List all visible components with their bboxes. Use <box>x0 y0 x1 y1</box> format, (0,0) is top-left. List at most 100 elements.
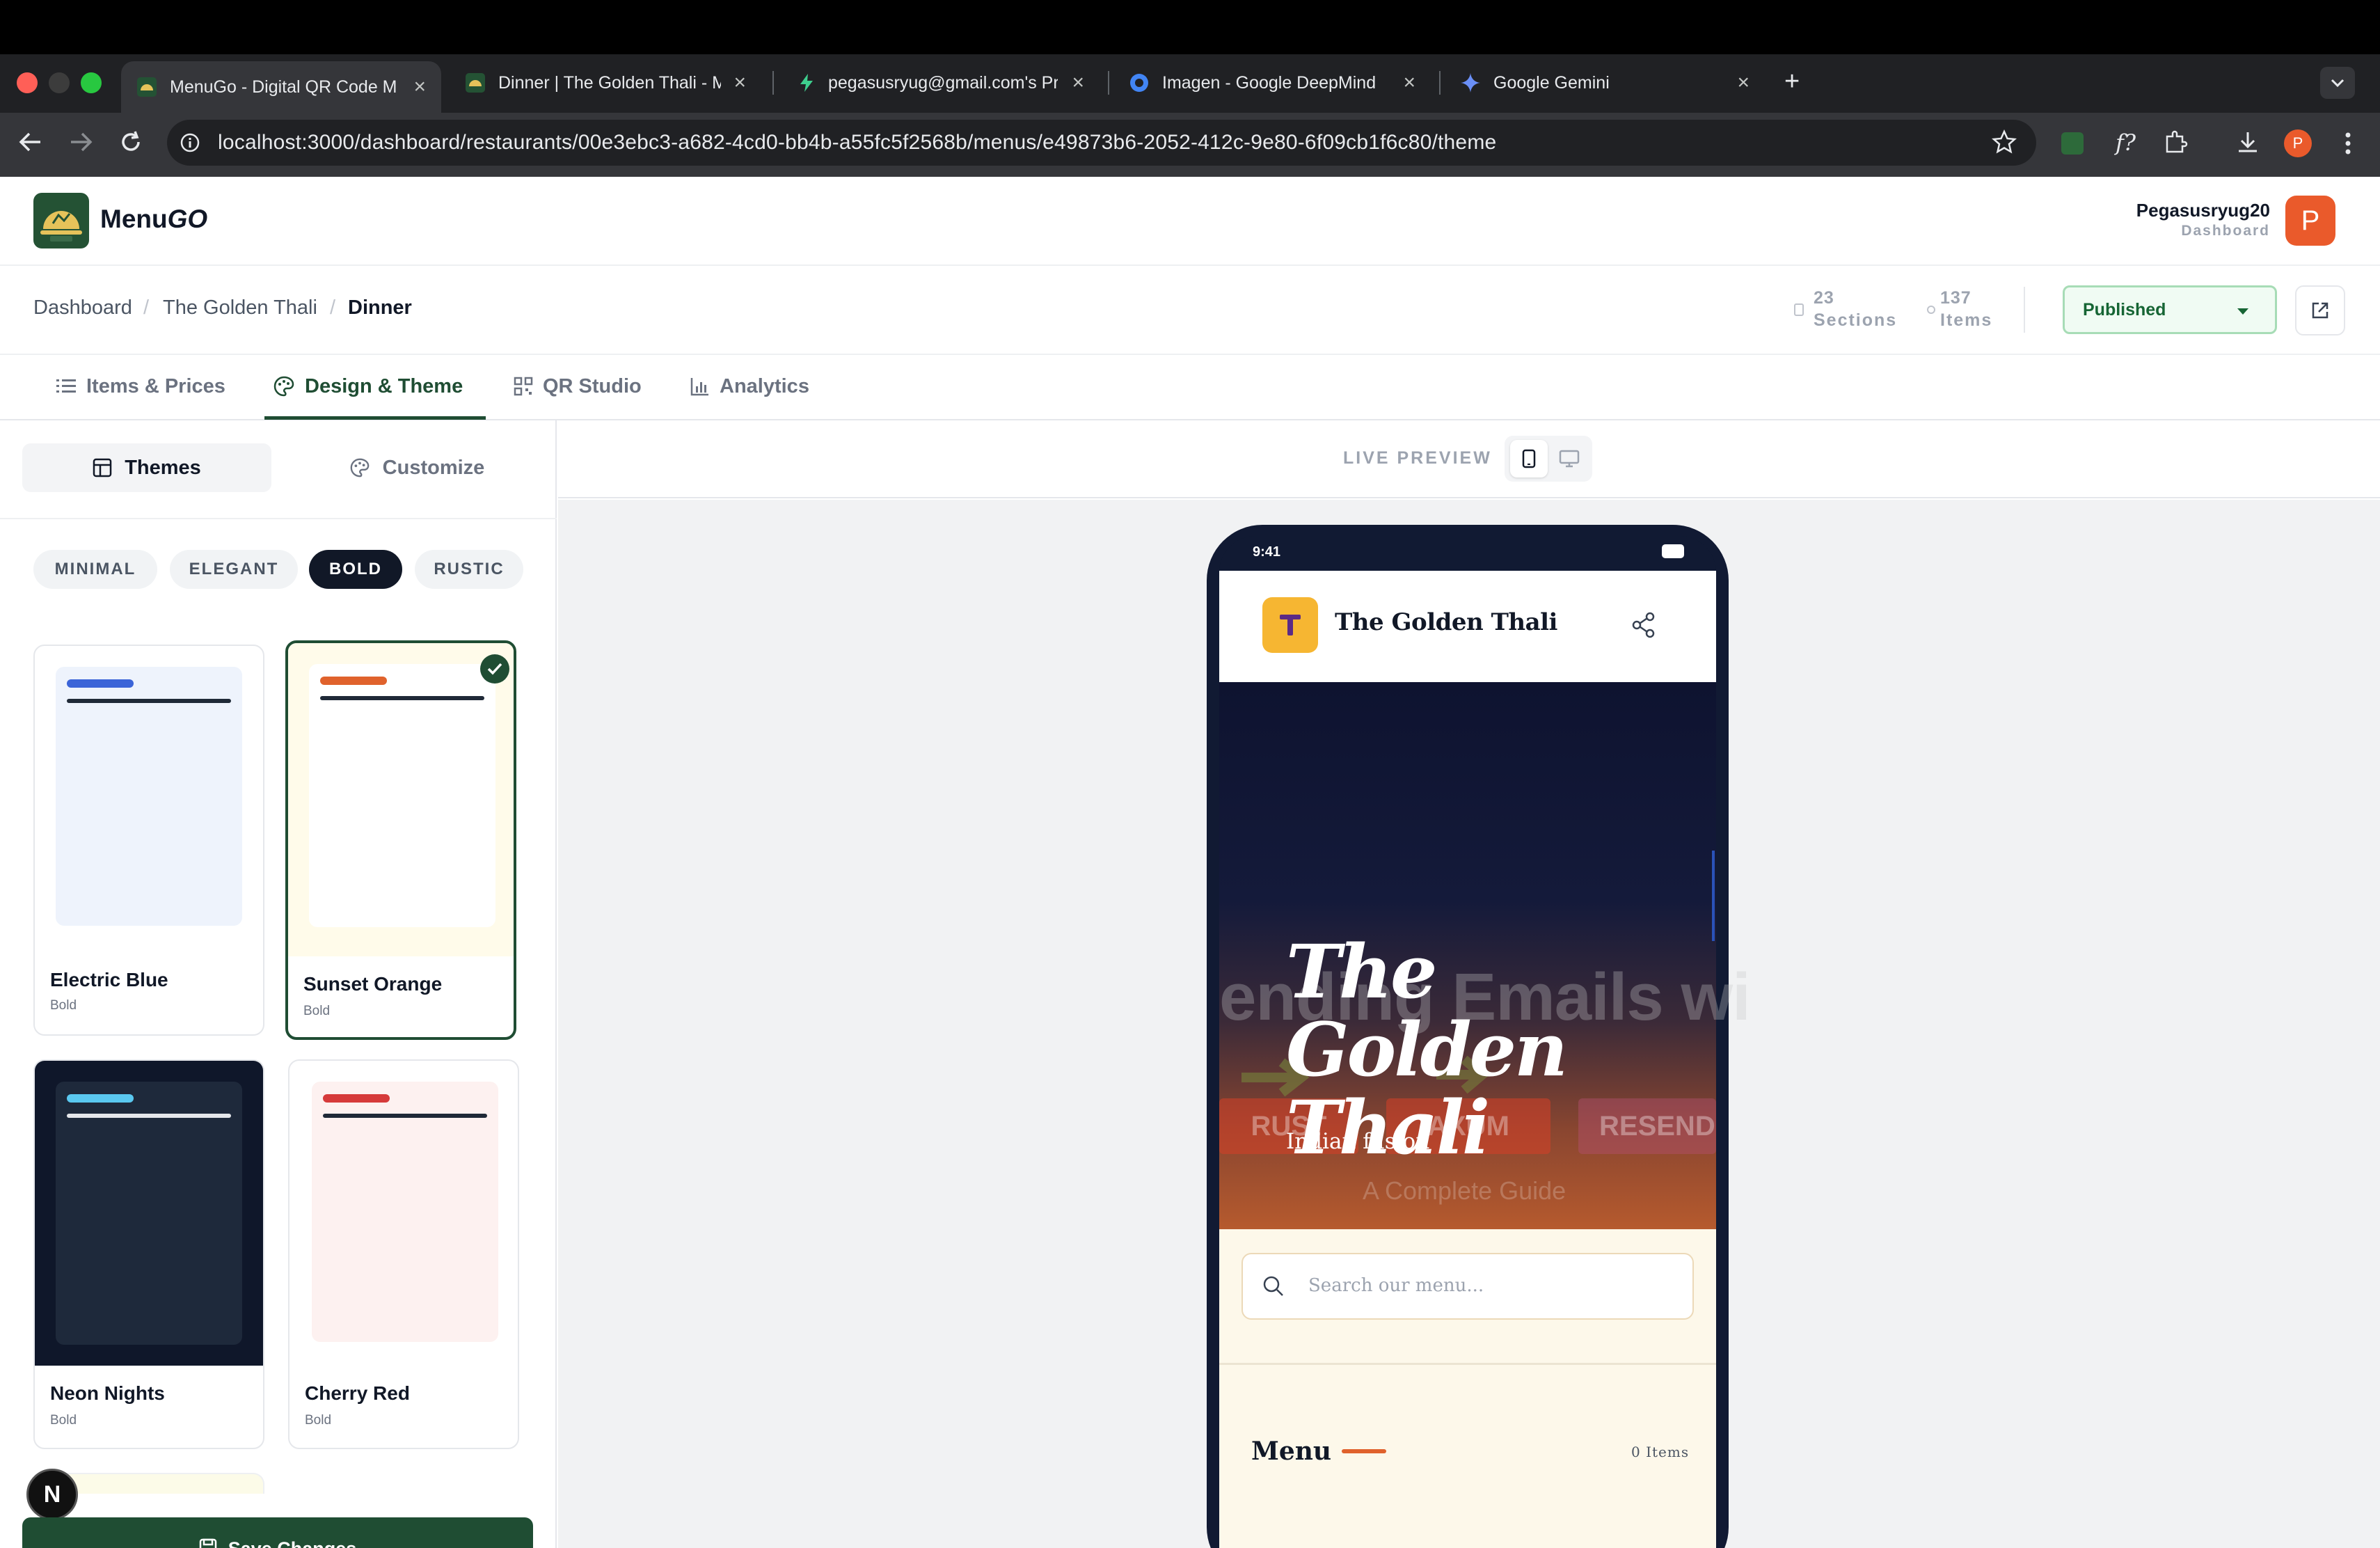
breadcrumb-separator: / <box>330 297 336 319</box>
theme-card-sunset-orange[interactable]: Sunset Orange Bold <box>285 640 516 1040</box>
browser-tab-2[interactable]: Dinner | The Golden Thali - M × <box>450 64 761 102</box>
preview-accent-bar <box>323 1094 390 1103</box>
theme-card-cherry-red[interactable]: Cherry Red Bold <box>288 1059 519 1449</box>
bolt-icon <box>798 72 816 93</box>
menugo-favicon-icon <box>465 72 486 93</box>
mobile-view-button[interactable] <box>1510 440 1548 477</box>
preview-accent-bar <box>67 1094 134 1103</box>
reload-icon[interactable] <box>118 129 143 155</box>
tab-title: MenuGo - Digital QR Code M <box>170 77 397 97</box>
preview-line <box>67 1114 231 1118</box>
filter-minimal[interactable]: MINIMAL <box>33 550 157 589</box>
theme-preview <box>312 1082 498 1342</box>
status-time: 9:41 <box>1253 544 1281 560</box>
breadcrumb-current: Dinner <box>348 297 412 319</box>
menugo-favicon-icon <box>136 77 157 97</box>
tab-title: Imagen - Google DeepMind <box>1162 72 1377 93</box>
window-minimize-button[interactable] <box>49 72 70 93</box>
extensions-puzzle-icon[interactable] <box>2163 129 2188 155</box>
desktop-view-button[interactable] <box>1550 440 1588 477</box>
theme-preview <box>56 667 242 926</box>
browser-tab-1[interactable]: MenuGo - Digital QR Code M × <box>121 61 441 113</box>
tab-design-theme[interactable]: Design & Theme <box>273 369 463 404</box>
browser-tab-3[interactable]: pegasusryug@gmail.com's Pr × <box>782 64 1100 102</box>
theme-name: Electric Blue <box>50 969 168 990</box>
theme-card-neon-nights[interactable]: Neon Nights Bold <box>33 1059 264 1449</box>
segment-themes[interactable]: Themes <box>22 443 271 492</box>
external-link-icon <box>2309 299 2331 322</box>
site-info-icon[interactable] <box>180 132 200 153</box>
chevron-down-icon <box>2330 78 2345 88</box>
user-avatar[interactable]: P <box>2285 196 2335 246</box>
tab-close-icon[interactable]: × <box>733 71 746 95</box>
url-text: localhost:3000/dashboard/restaurants/00e… <box>218 131 1497 154</box>
segment-label: Themes <box>125 456 201 479</box>
deepmind-icon <box>1129 72 1150 93</box>
save-changes-button[interactable]: Save Changes <box>22 1517 533 1548</box>
battery-icon <box>1662 544 1684 558</box>
menu-heading-accent <box>1342 1449 1386 1453</box>
formula-extension-icon[interactable]: f? <box>2116 129 2136 156</box>
breadcrumb-restaurant[interactable]: The Golden Thali <box>163 297 317 319</box>
browser-tab-5[interactable]: Google Gemini × <box>1445 64 1765 102</box>
theme-preview <box>56 1082 242 1345</box>
sections-label: Sections <box>1814 310 1898 330</box>
theme-card-partial[interactable] <box>51 1473 264 1494</box>
back-icon[interactable] <box>17 129 45 155</box>
download-icon[interactable] <box>2235 129 2260 155</box>
browser-menu-icon[interactable] <box>2342 129 2354 157</box>
gemini-icon <box>1460 72 1481 93</box>
bookmark-star-icon[interactable] <box>1992 129 2017 155</box>
window-close-button[interactable] <box>17 72 38 93</box>
phone-status-bar <box>1219 536 1716 572</box>
window-zoom-button[interactable] <box>81 72 102 93</box>
tab-label: Analytics <box>720 374 809 397</box>
tab-label: QR Studio <box>543 374 642 397</box>
new-tab-icon[interactable]: + <box>1784 67 1800 97</box>
share-icon[interactable] <box>1628 610 1659 640</box>
tab-close-icon[interactable]: × <box>1403 71 1415 95</box>
publish-status-select[interactable]: Published <box>2063 285 2277 334</box>
sections-count: 23 <box>1814 288 1834 308</box>
items-count: 137 <box>1940 288 1972 308</box>
browser-tab-4[interactable]: Imagen - Google DeepMind × <box>1113 64 1431 102</box>
brand-prefix: Menu <box>100 205 168 233</box>
preview-accent-bar <box>67 679 134 688</box>
tab-qr-studio[interactable]: QR Studio <box>514 369 642 404</box>
theme-card-electric-blue[interactable]: Electric Blue Bold <box>33 645 264 1036</box>
dev-tools-badge[interactable]: N <box>26 1469 78 1520</box>
theme-category: Bold <box>50 998 77 1013</box>
profile-avatar[interactable]: P <box>2284 129 2312 157</box>
filter-bold[interactable]: BOLD <box>309 550 402 589</box>
tab-title: Dinner | The Golden Thali - M <box>498 72 722 93</box>
palette-icon <box>349 457 370 478</box>
brand-name[interactable]: MenuGO <box>100 205 207 234</box>
segment-customize[interactable]: Customize <box>292 443 541 492</box>
segment-label: Customize <box>382 456 485 479</box>
tab-search-button[interactable] <box>2320 67 2355 99</box>
tab-separator <box>1439 71 1441 95</box>
tab-analytics[interactable]: Analytics <box>690 369 809 404</box>
filter-elegant[interactable]: ELEGANT <box>170 550 298 589</box>
preview-line <box>67 699 231 703</box>
forward-icon[interactable] <box>67 129 95 155</box>
list-icon <box>56 377 77 395</box>
hero-bg-caption: A Complete Guide <box>1363 1176 1566 1205</box>
tab-close-icon[interactable]: × <box>413 75 426 99</box>
brand-suffix: GO <box>167 205 208 233</box>
preview-line <box>323 1114 487 1118</box>
theme-name: Neon Nights <box>50 1382 165 1404</box>
tab-label: Items & Prices <box>86 374 225 397</box>
tab-items-prices[interactable]: Items & Prices <box>56 369 225 404</box>
save-label: Save Changes <box>228 1538 357 1548</box>
tab-close-icon[interactable]: × <box>1737 71 1750 95</box>
filter-rustic[interactable]: RUSTIC <box>415 550 523 589</box>
tab-title: pegasusryug@gmail.com's Pr <box>828 72 1058 93</box>
breadcrumb-dashboard[interactable]: Dashboard <box>33 297 132 319</box>
open-external-button[interactable] <box>2295 285 2345 335</box>
active-tab-indicator <box>264 416 486 420</box>
stats-divider <box>2024 287 2025 333</box>
menugo-logo-icon[interactable] <box>33 193 89 248</box>
extension-icon[interactable] <box>2061 132 2084 155</box>
tab-close-icon[interactable]: × <box>1072 71 1084 95</box>
